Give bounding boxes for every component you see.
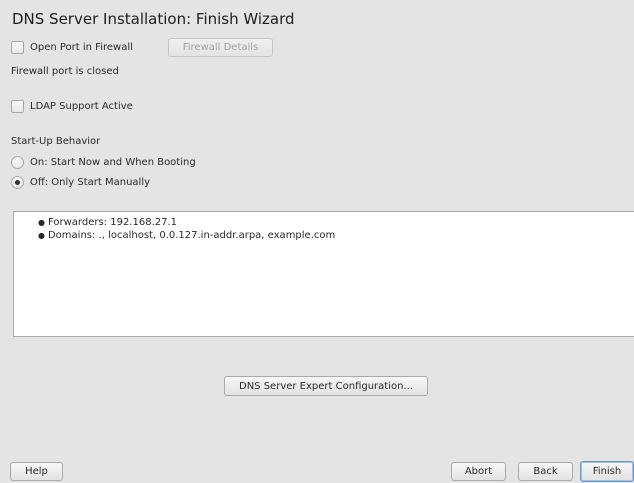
- bullet-icon: ●: [38, 218, 45, 227]
- open-port-checkbox-row[interactable]: Open Port in Firewall: [11, 41, 133, 54]
- window-title: DNS Server Installation: Finish Wizard: [12, 10, 295, 28]
- summary-domains-text: Domains: ., localhost, 0.0.127.in-addr.a…: [47, 230, 336, 241]
- ldap-support-checkbox[interactable]: [11, 100, 24, 113]
- startup-off-radio[interactable]: [11, 176, 24, 189]
- firewall-status-text: Firewall port is closed: [11, 66, 119, 77]
- summary-forwarders-text: Forwarders: 192.168.27.1: [47, 217, 178, 228]
- help-button[interactable]: Help: [10, 462, 63, 481]
- open-port-label: Open Port in Firewall: [30, 42, 133, 53]
- open-port-checkbox[interactable]: [11, 41, 24, 54]
- bullet-icon: ●: [38, 231, 45, 240]
- startup-off-radio-row[interactable]: Off: Only Start Manually: [11, 176, 150, 189]
- abort-button[interactable]: Abort: [451, 462, 506, 481]
- startup-behavior-heading: Start-Up Behavior: [11, 136, 101, 147]
- dns-expert-configuration-button[interactable]: DNS Server Expert Configuration...: [224, 376, 428, 396]
- startup-on-radio-row[interactable]: On: Start Now and When Booting: [11, 156, 196, 169]
- firewall-details-button[interactable]: Firewall Details: [168, 38, 273, 57]
- summary-list: ● Forwarders: 192.168.27.1 ● Domains: ., l…: [14, 212, 634, 242]
- back-button[interactable]: Back: [518, 462, 573, 481]
- startup-on-radio[interactable]: [11, 156, 24, 169]
- summary-item-domains: ● Domains: ., localhost, 0.0.127.in-addr.…: [38, 229, 634, 242]
- finish-button[interactable]: Finish: [580, 461, 634, 482]
- ldap-support-label: LDAP Support Active: [30, 101, 133, 112]
- ldap-support-checkbox-row[interactable]: LDAP Support Active: [11, 100, 133, 113]
- startup-off-label: Off: Only Start Manually: [30, 177, 151, 188]
- summary-box: ● Forwarders: 192.168.27.1 ● Domains: ., l…: [13, 211, 634, 337]
- summary-item-forwarders: ● Forwarders: 192.168.27.1: [38, 216, 634, 229]
- startup-on-label: On: Start Now and When Booting: [30, 157, 196, 168]
